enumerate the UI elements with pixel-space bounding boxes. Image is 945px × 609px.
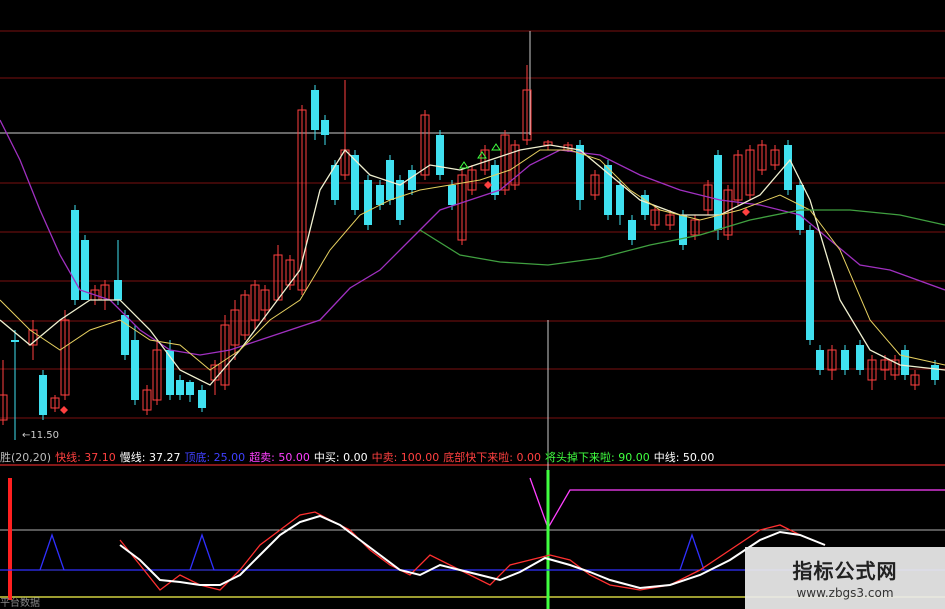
marker-green-2	[491, 143, 501, 151]
candle-body-10	[114, 280, 122, 300]
candle-body-29	[321, 120, 329, 135]
candle-body-16	[176, 380, 184, 395]
candle-body-68	[796, 185, 804, 230]
ind-magenta	[529, 477, 945, 530]
ind-red-line	[119, 511, 826, 591]
candle-body-77	[901, 350, 909, 375]
ma-purple	[0, 119, 945, 356]
legend-item-8: 将头掉下来啦: 90.00	[545, 451, 650, 464]
ind-white-line	[119, 514, 826, 590]
legend-item-2: 慢线: 37.27	[119, 451, 181, 464]
candle-body-37	[408, 170, 416, 190]
candle-body-39	[436, 135, 444, 175]
watermark: 指标公式网 www.zbgs3.com	[745, 547, 945, 609]
marker-red-1	[484, 181, 492, 189]
candle-body-67	[784, 145, 792, 190]
candle-body-17	[186, 382, 194, 395]
candle-body-3	[39, 375, 47, 415]
candle-body-33	[364, 180, 372, 225]
bottom-label: 平台数据	[0, 598, 40, 609]
candle-body-54	[628, 220, 636, 240]
legend-item-9: 中线: 50.00	[653, 451, 715, 464]
candle-body-1	[11, 340, 19, 342]
candle-body-53	[616, 185, 624, 215]
legend-item-3: 顶底: 25.00	[184, 451, 246, 464]
candle-body-35	[386, 160, 394, 200]
candle-body-79	[931, 365, 939, 380]
candle-body-18	[198, 390, 206, 408]
candle-body-40	[448, 185, 456, 205]
chart-canvas	[0, 30, 945, 609]
legend-item-5: 中买: 0.00	[313, 451, 368, 464]
legend-item-1: 快线: 37.10	[55, 451, 116, 464]
candle-body-34	[376, 185, 384, 205]
candle-body-28	[311, 90, 319, 130]
candle-body-72	[841, 350, 849, 370]
legend-item-6: 中卖: 100.00	[371, 451, 440, 464]
candle-body-58	[679, 215, 687, 245]
candle-body-61	[714, 155, 722, 230]
watermark-url: www.zbgs3.com	[796, 586, 894, 600]
legend-item-0: 胜(20,20)	[0, 451, 52, 464]
legend-item-4: 超卖: 50.00	[249, 451, 310, 464]
indicator-legend: 胜(20,20) 快线: 37.10 慢线: 37.27 顶底: 25.00 超卖: 5…	[0, 450, 718, 466]
watermark-title: 指标公式网	[792, 559, 898, 583]
legend-item-7: 底部快下来啦: 0.00	[443, 451, 541, 464]
marker-green-0	[459, 161, 469, 169]
candle-body-36	[396, 180, 404, 220]
candle-body-69	[806, 230, 814, 340]
marker-red-0	[60, 406, 68, 414]
candle-body-73	[856, 345, 864, 370]
candle-body-70	[816, 350, 824, 370]
candle-body-12	[131, 340, 139, 400]
price-tag: ←11.50	[22, 430, 60, 441]
